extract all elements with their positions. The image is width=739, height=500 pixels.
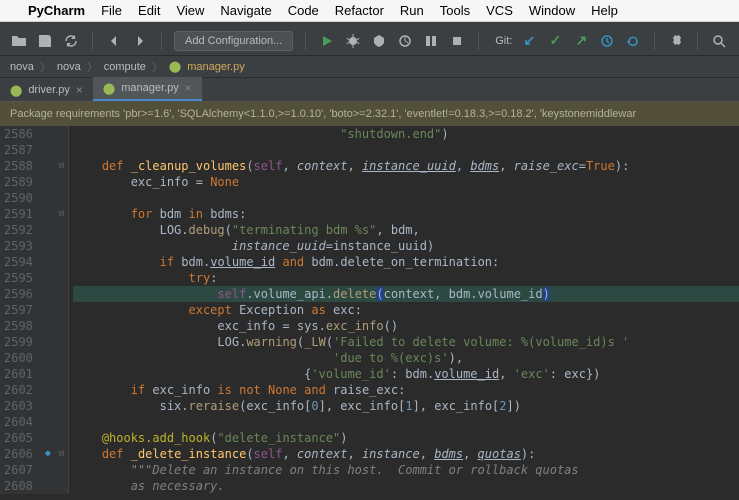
concurrency-icon[interactable]	[422, 32, 440, 50]
run-icon[interactable]	[318, 32, 336, 50]
breadcrumb-item[interactable]: manager.py	[187, 61, 244, 73]
line-number-gutter: 2586258725882589259025912592259325942595…	[0, 126, 41, 494]
git-update-icon[interactable]: ↙	[520, 32, 538, 50]
breadcrumb-item[interactable]: nova	[57, 61, 81, 73]
stop-icon[interactable]	[448, 32, 466, 50]
chevron-right-icon: 〉	[152, 59, 163, 75]
breadcrumb-item[interactable]: compute	[104, 61, 146, 73]
python-file-icon: ⬤	[10, 84, 22, 97]
save-icon[interactable]	[36, 32, 54, 50]
python-file-icon: ⬤	[103, 82, 115, 95]
code-editor[interactable]: 2586258725882589259025912592259325942595…	[0, 126, 739, 494]
menu-refactor[interactable]: Refactor	[335, 3, 384, 18]
chevron-right-icon: 〉	[87, 59, 98, 75]
breadcrumb: nova 〉 nova 〉 compute 〉 ⬤ manager.py	[0, 56, 739, 78]
menu-file[interactable]: File	[101, 3, 122, 18]
git-push-icon[interactable]: ↗	[572, 32, 590, 50]
forward-icon[interactable]	[131, 32, 149, 50]
toolbar-separator	[478, 32, 479, 50]
settings-icon[interactable]	[667, 32, 685, 50]
toolbar-separator	[92, 32, 93, 50]
python-file-icon: ⬤	[169, 60, 181, 73]
breadcrumb-item[interactable]: nova	[10, 61, 34, 73]
menu-vcs[interactable]: VCS	[486, 3, 513, 18]
back-icon[interactable]	[105, 32, 123, 50]
menu-run[interactable]: Run	[400, 3, 424, 18]
chevron-right-icon: 〉	[40, 59, 51, 75]
code-area[interactable]: "shutdown.end") def _cleanup_volumes(sel…	[69, 126, 739, 494]
menu-tools[interactable]: Tools	[440, 3, 470, 18]
fold-gutter[interactable]: ⊟⊟⊟	[55, 126, 69, 494]
bookmark-gutter[interactable]: ◆	[41, 126, 55, 494]
search-icon[interactable]	[710, 32, 728, 50]
git-label: Git:	[495, 35, 512, 47]
git-commit-icon[interactable]: ✓	[546, 32, 564, 50]
requirements-banner[interactable]: Package requirements 'pbr>=1.6', 'SQLAlc…	[0, 102, 739, 126]
tab-label: driver.py	[28, 84, 70, 96]
toolbar-separator	[161, 32, 162, 50]
tab-manager[interactable]: ⬤ manager.py ×	[93, 77, 202, 101]
close-icon[interactable]: ×	[185, 81, 192, 95]
tab-driver[interactable]: ⬤ driver.py ×	[0, 79, 93, 101]
menu-view[interactable]: View	[176, 3, 204, 18]
menu-edit[interactable]: Edit	[138, 3, 160, 18]
close-icon[interactable]: ×	[76, 83, 83, 97]
add-configuration-button[interactable]: Add Configuration...	[174, 31, 293, 51]
menu-window[interactable]: Window	[529, 3, 575, 18]
coverage-icon[interactable]	[370, 32, 388, 50]
mac-menubar: PyCharm File Edit View Navigate Code Ref…	[0, 0, 739, 22]
main-toolbar: Add Configuration... Git: ↙ ✓ ↗	[0, 26, 739, 56]
toolbar-separator	[654, 32, 655, 50]
toolbar-separator	[305, 32, 306, 50]
menu-help[interactable]: Help	[591, 3, 618, 18]
toolbar-separator	[697, 32, 698, 50]
refresh-icon[interactable]	[62, 32, 80, 50]
open-icon[interactable]	[10, 32, 28, 50]
menu-code[interactable]: Code	[288, 3, 319, 18]
profile-icon[interactable]	[396, 32, 414, 50]
tab-label: manager.py	[121, 82, 178, 94]
git-revert-icon[interactable]	[624, 32, 642, 50]
app-name[interactable]: PyCharm	[28, 3, 85, 18]
menu-navigate[interactable]: Navigate	[220, 3, 271, 18]
debug-icon[interactable]	[344, 32, 362, 50]
git-history-icon[interactable]	[598, 32, 616, 50]
editor-tabs: ⬤ driver.py × ⬤ manager.py ×	[0, 78, 739, 102]
